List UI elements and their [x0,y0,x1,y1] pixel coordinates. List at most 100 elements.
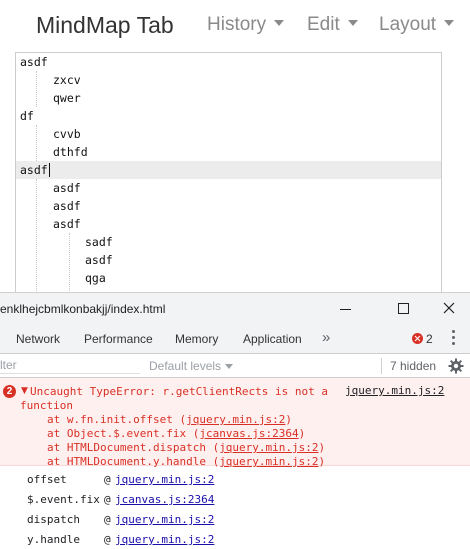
error-count: 2 [426,332,433,346]
outline-line[interactable]: qga [16,269,441,287]
minimize-button[interactable] [322,293,368,325]
trace-source-link[interactable]: jcanvas.js:2364 [115,493,214,507]
devtools-window: enklhejcbmlkonbakjj/index.html Network P… [0,292,470,549]
stack-frame-text: at HTMLDocument.y.handle ( [47,455,220,468]
tab-performance[interactable]: Performance [84,332,153,346]
close-icon [443,302,455,314]
error-source-link[interactable]: jquery.min.js:2 [345,384,444,398]
outline-line-text: qga [85,271,106,285]
filter-input[interactable] [0,357,140,374]
error-counter[interactable]: 2 [412,332,433,346]
stack-frame: at w.fn.init.offset (jquery.min.js:2) [47,413,292,427]
toolbar-divider [381,358,382,374]
outline-line[interactable]: asdf [16,179,441,197]
trace-source-link[interactable]: jquery.min.js:2 [115,513,214,527]
outline-line[interactable]: cvvb [16,125,441,143]
outline-line[interactable]: dthfd [16,143,441,161]
stack-frame-link[interactable]: jquery.min.js:2 [219,441,318,454]
trace-function-name: y.handle [27,533,80,546]
devtools-title: enklhejcbmlkonbakjj/index.html [0,302,166,316]
trace-row: $.event.fix @ jcanvas.js:2364 [27,493,214,507]
trace-function-name: $.event.fix [27,493,100,506]
outline-line-text: asdf [20,163,48,177]
brand-title[interactable]: MindMap Tab [36,12,174,39]
trace-row: y.handle @ jquery.min.js:2 [27,533,214,547]
trace-source-link[interactable]: jquery.min.js:2 [115,533,214,547]
outline-line[interactable]: asdf [16,53,441,71]
gear-icon[interactable] [448,358,464,374]
outline-line[interactable]: asdf [16,161,441,179]
nav-edit-label: Edit [307,14,340,35]
app-header: MindMap Tab History Edit Layout [0,0,470,52]
stack-frame-text: ) [318,441,326,454]
outline-line[interactable]: zxcv [16,71,441,89]
stack-frame-text: ) [285,413,293,426]
outline-line-text: asdf [85,253,113,267]
caret-down-icon [444,20,455,27]
trace-at-symbol: @ [104,473,111,486]
outline-line-text: asdf [53,181,81,195]
trace-at-symbol: @ [104,533,111,546]
stack-frame: at HTMLDocument.y.handle (jquery.min.js:… [47,455,325,469]
trace-function-name: offset [27,473,67,486]
outline-line-text: qwer [53,91,81,105]
stack-frame-text: at HTMLDocument.dispatch ( [47,441,220,454]
maximize-button[interactable] [380,293,426,325]
outline-line[interactable]: asdf [16,197,441,215]
stack-frame: at Object.$.event.fix (jcanvas.js:2364) [47,427,305,441]
outline-editor[interactable]: asdf zxcv qwer df cvvb dthfd asdf asdf asdf asdf s… [15,52,442,292]
outline-line[interactable]: sadf [16,233,441,251]
trace-function-name: dispatch [27,513,80,526]
log-levels-dropdown[interactable]: Default levels [149,359,234,373]
text-cursor [49,163,50,177]
error-text-line: Uncaught TypeError: r.getClientRects is … [30,385,329,398]
stack-frame-text: at Object.$.event.fix ( [47,427,200,440]
tab-application[interactable]: Application [243,332,302,346]
stack-frame: at HTMLDocument.dispatch (jquery.min.js:… [47,441,325,455]
tab-network[interactable]: Network [16,332,60,346]
outline-line[interactable]: asdf [16,215,441,233]
outline-line-text: asdf [53,199,81,213]
caret-down-icon [225,364,234,369]
outline-line-text: dthfd [53,145,88,159]
caret-down-icon [274,20,285,27]
error-message[interactable]: 2 ▼ Uncaught TypeError: r.getClientRects… [0,378,470,469]
outline-line-text: asdf [53,217,81,231]
nav-history-label: History [207,14,267,35]
outline-line[interactable]: df [16,107,441,125]
trace-row: offset @ jquery.min.js:2 [27,473,214,487]
more-tabs-button[interactable]: » [322,329,330,346]
stack-frame-link[interactable]: jcanvas.js:2364 [199,427,298,440]
nav-layout-dropdown[interactable]: Layout [379,14,455,36]
error-text-line: function [20,399,73,412]
log-levels-label: Default levels [149,359,222,373]
stack-frame-text: ) [318,455,326,468]
error-icon [412,333,423,344]
caret-down-icon [347,20,358,27]
outline-line-text: asdf [20,55,48,69]
stack-frame-text: ) [298,427,306,440]
outline-line-text: sadf [85,235,113,249]
tab-memory[interactable]: Memory [175,332,218,346]
console-output: 2 ▼ Uncaught TypeError: r.getClientRects… [0,378,470,549]
outline-line-text: zxcv [53,73,81,87]
trace-at-symbol: @ [104,493,111,506]
error-repeat-badge: 2 [3,385,16,398]
stack-frame-link[interactable]: jquery.min.js:2 [219,455,318,468]
devtools-tabbar: Network Performance Memory Application »… [0,324,470,354]
nav-layout-label: Layout [379,14,437,35]
trace-source-link[interactable]: jquery.min.js:2 [115,473,214,487]
kebab-menu-icon[interactable] [452,330,456,346]
stack-frame-link[interactable]: jquery.min.js:2 [186,413,285,426]
outline-line-text: cvvb [53,127,81,141]
expand-triangle-icon[interactable]: ▼ [21,386,28,396]
outline-line-text: df [20,109,34,123]
hidden-count: 7 hidden [390,359,437,373]
nav-edit-dropdown[interactable]: Edit [307,14,358,36]
close-button[interactable] [425,293,470,325]
trace-at-symbol: @ [104,513,111,526]
outline-line[interactable]: qwer [16,89,441,107]
console-filterbar: Default levels 7 hidden [0,354,470,378]
outline-line[interactable]: asdf [16,251,441,269]
nav-history-dropdown[interactable]: History [207,14,285,36]
